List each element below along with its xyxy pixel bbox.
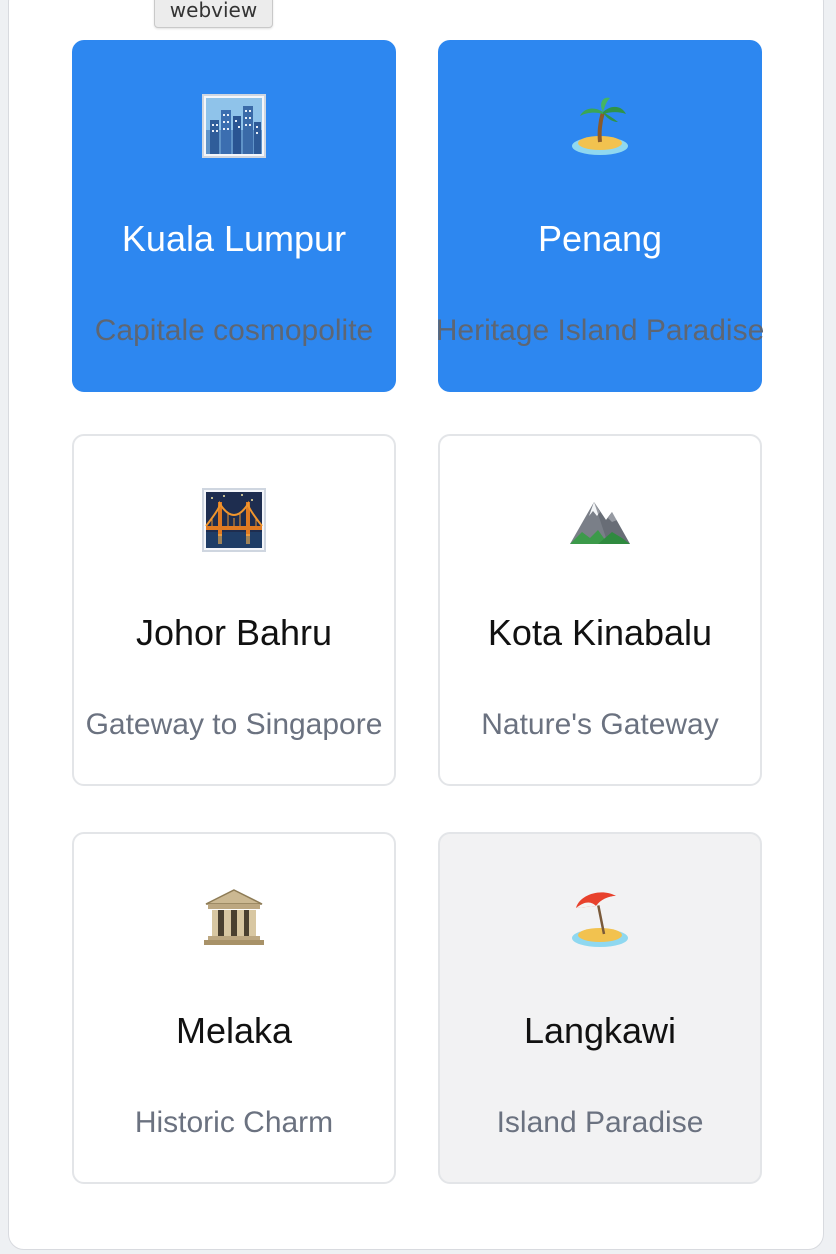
city-tagline: Nature's Gateway — [481, 708, 719, 741]
classical-building-icon — [74, 882, 394, 954]
bridge-at-night-icon — [74, 484, 394, 556]
city-card-melaka[interactable]: Melaka Historic Charm — [72, 832, 396, 1184]
city-tagline: Historic Charm — [134, 1106, 334, 1139]
city-name: Johor Bahru — [135, 612, 333, 653]
city-name: Penang — [537, 218, 663, 259]
city-card-johor-bahru[interactable]: Johor Bahru Gateway to Singapore — [72, 434, 396, 786]
city-name: Kuala Lumpur — [121, 218, 347, 259]
city-name: Melaka — [175, 1010, 293, 1051]
city-card-kuala-lumpur[interactable]: Kuala Lumpur Capitale cosmopolite — [72, 40, 396, 392]
city-tagline: Capitale cosmopolite — [94, 314, 374, 347]
city-card-langkawi[interactable]: Langkawi Island Paradise — [438, 832, 762, 1184]
beach-umbrella-icon — [440, 882, 760, 954]
cityscape-icon — [74, 90, 394, 162]
city-tagline: Heritage Island Paradise — [435, 314, 765, 347]
city-name: Kota Kinabalu — [487, 612, 713, 653]
city-card-kota-kinabalu[interactable]: Kota Kinabalu Nature's Gateway — [438, 434, 762, 786]
webview-tooltip: webview — [154, 0, 273, 28]
city-tagline: Gateway to Singapore — [85, 708, 383, 741]
city-card-penang[interactable]: Penang Heritage Island Paradise — [436, 40, 764, 392]
city-tagline: Island Paradise — [496, 1106, 704, 1139]
city-name: Langkawi — [523, 1010, 677, 1051]
desert-island-icon — [440, 90, 760, 162]
mountain-icon — [440, 484, 760, 556]
